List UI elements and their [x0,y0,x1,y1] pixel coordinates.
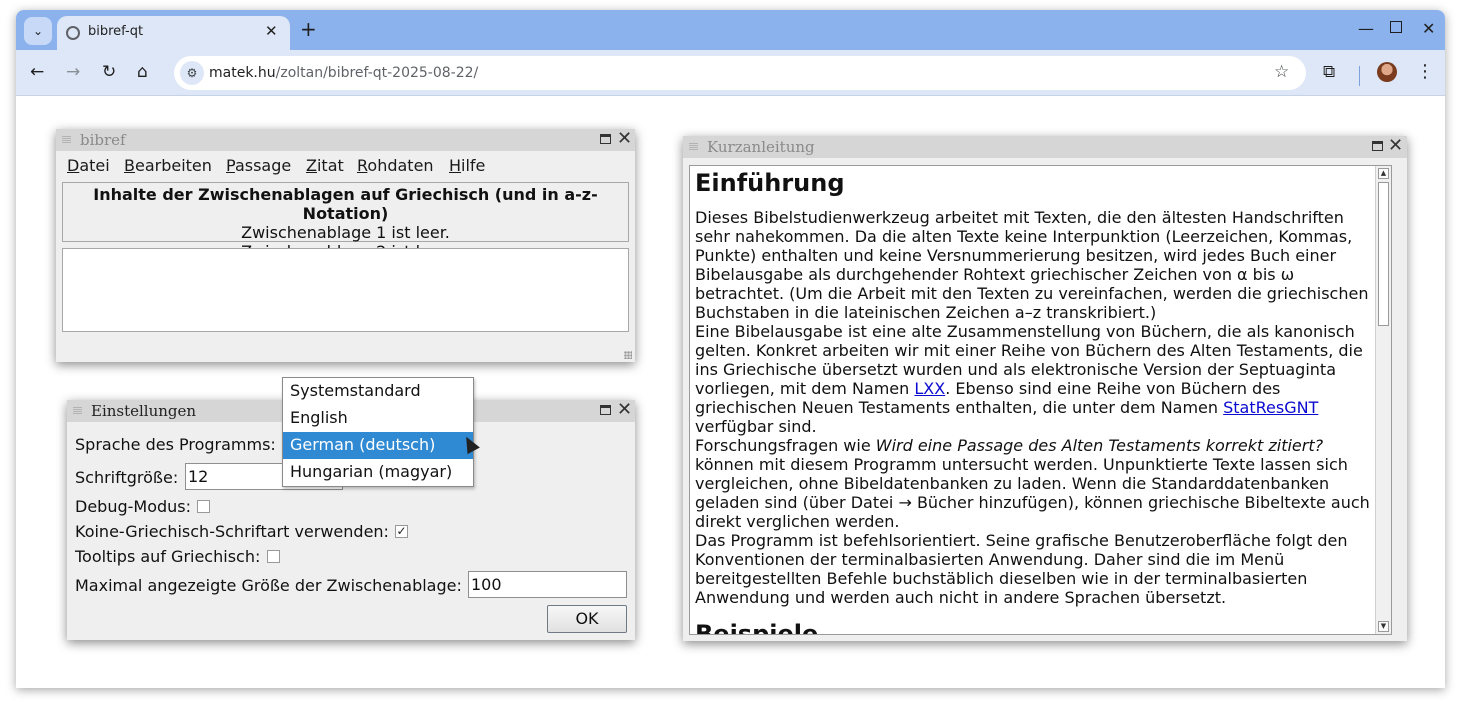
maxsize-label: Maximal angezeigte Größe der Zwischenabl… [75,576,462,595]
close-icon[interactable]: ✕ [617,129,632,149]
home-icon[interactable]: ⌂ [137,62,148,82]
ok-button[interactable]: OK [547,605,627,633]
help-heading-2: Beispiele [695,620,819,635]
tooltips-label: Tooltips auf Griechisch: [75,547,261,566]
bibref-menubar: Datei Bearbeiten Passage Zitat Rohdaten … [56,152,635,178]
menu-zitat[interactable]: Zitat [306,156,344,175]
settings-title: Einstellungen [91,402,197,420]
help-paragraph-1: Dieses Bibelstudienwerkzeug arbeitet mit… [695,208,1369,322]
close-icon[interactable]: ✕ [1388,136,1403,156]
globe-icon [66,26,80,40]
maximize-icon[interactable] [600,405,611,415]
maximize-icon[interactable] [600,134,611,144]
scroll-down-icon[interactable]: ▼ [1378,621,1389,632]
browser-tab[interactable]: bibref-qt ✕ [57,16,290,50]
close-icon[interactable]: ✕ [617,400,632,420]
koine-checkbox[interactable]: ✓ [395,525,408,538]
maximize-icon[interactable] [1372,141,1383,151]
url-text[interactable]: matek.hu/zoltan/bibref-qt-2025-08-22/ [209,65,478,81]
window-menu-icon[interactable] [689,143,698,151]
help-title: Kurzanleitung [707,138,815,156]
forward-icon[interactable]: → [66,62,80,82]
menu-passage[interactable]: Passage [226,156,291,175]
plus-icon[interactable]: + [300,18,317,40]
koine-label: Koine-Griechisch-Schriftart verwenden: [75,522,389,541]
language-option[interactable]: English [283,405,473,432]
tooltips-checkbox[interactable] [267,550,280,563]
extensions-icon[interactable]: ⧉ [1323,62,1335,82]
debug-label: Debug-Modus: [75,497,192,516]
browser-toolbar: ← → ↻ ⌂ ⚙ matek.hu/zoltan/bibref-qt-2025… [16,50,1445,96]
help-window: Kurzanleitung ✕ Einführung Dieses Bibels… [683,136,1407,641]
menu-icon[interactable]: ⋮ [1416,61,1434,82]
menu-datei[interactable]: Datei [67,156,110,175]
language-option[interactable]: Hungarian (magyar) [283,459,473,486]
language-label: Sprache des Programms: [75,435,276,454]
maximize-icon[interactable] [1390,21,1402,33]
statresgnt-link[interactable]: StatResGNT [1223,398,1318,417]
scroll-up-icon[interactable]: ▲ [1378,168,1389,179]
menu-bearbeiten[interactable]: Bearbeiten [124,156,212,175]
fontsize-label: Schriftgröße: [75,468,179,487]
maxsize-field[interactable]: 100 [468,571,627,598]
language-option[interactable]: Systemstandard [283,378,473,405]
help-heading: Einführung [695,169,845,197]
language-dropdown-list: Systemstandard English German (deutsch) … [282,377,474,487]
lxx-link[interactable]: LXX [914,379,945,398]
scrollbar-thumb[interactable] [1378,182,1389,326]
help-titlebar[interactable]: Kurzanleitung ✕ [683,136,1407,158]
help-scrollbar[interactable]: ▲ ▼ [1375,166,1391,634]
help-content: Einführung Dieses Bibelstudienwerkzeug a… [695,168,1375,635]
help-paragraph-2: Eine Bibelausgabe ist eine alte Zusammen… [695,322,1363,436]
profile-avatar[interactable] [1377,62,1397,82]
clipboard-1-status: Zwischenablage 1 ist leer. [241,223,450,242]
help-paragraph-3: Forschungsfragen wie Wird eine Passage d… [695,436,1370,531]
tab-strip: ⌄ bibref-qt ✕ + — ✕ [16,10,1445,50]
menu-rohdaten[interactable]: Rohdaten [357,156,434,175]
window-menu-icon[interactable] [73,407,82,415]
size-grip[interactable] [624,351,632,359]
debug-checkbox[interactable] [197,500,210,513]
tab-search-icon[interactable]: ⌄ [24,17,52,45]
reload-icon[interactable]: ↻ [102,62,116,82]
menu-hilfe[interactable]: Hilfe [449,156,485,175]
clipboard-info: Inhalte der Zwischenablagen auf Griechis… [62,182,629,261]
site-info-icon[interactable]: ⚙ [180,61,204,85]
help-text-view[interactable]: Einführung Dieses Bibelstudienwerkzeug a… [689,165,1392,635]
toolbar-separator [1359,66,1360,86]
close-icon[interactable]: ✕ [265,22,278,40]
minimize-icon[interactable]: — [1358,19,1374,38]
window-menu-icon[interactable] [62,136,71,144]
address-bar[interactable]: ⚙ matek.hu/zoltan/bibref-qt-2025-08-22/ … [174,56,1306,90]
language-option-selected[interactable]: German (deutsch) [283,432,473,459]
help-paragraph-4: Das Programm ist befehlsorientiert. Sein… [695,531,1348,607]
star-icon[interactable]: ☆ [1274,62,1289,82]
clipboard-heading: Inhalte der Zwischenablagen auf Griechis… [93,185,598,223]
close-window-icon[interactable]: ✕ [1422,19,1435,38]
command-input[interactable] [62,248,629,332]
bibref-titlebar[interactable]: bibref ✕ [56,129,635,151]
bibref-window: bibref ✕ Datei Bearbeiten Passage Zitat … [56,129,635,362]
back-icon[interactable]: ← [30,62,44,82]
bibref-title: bibref [80,131,126,149]
tab-title: bibref-qt [88,24,144,39]
